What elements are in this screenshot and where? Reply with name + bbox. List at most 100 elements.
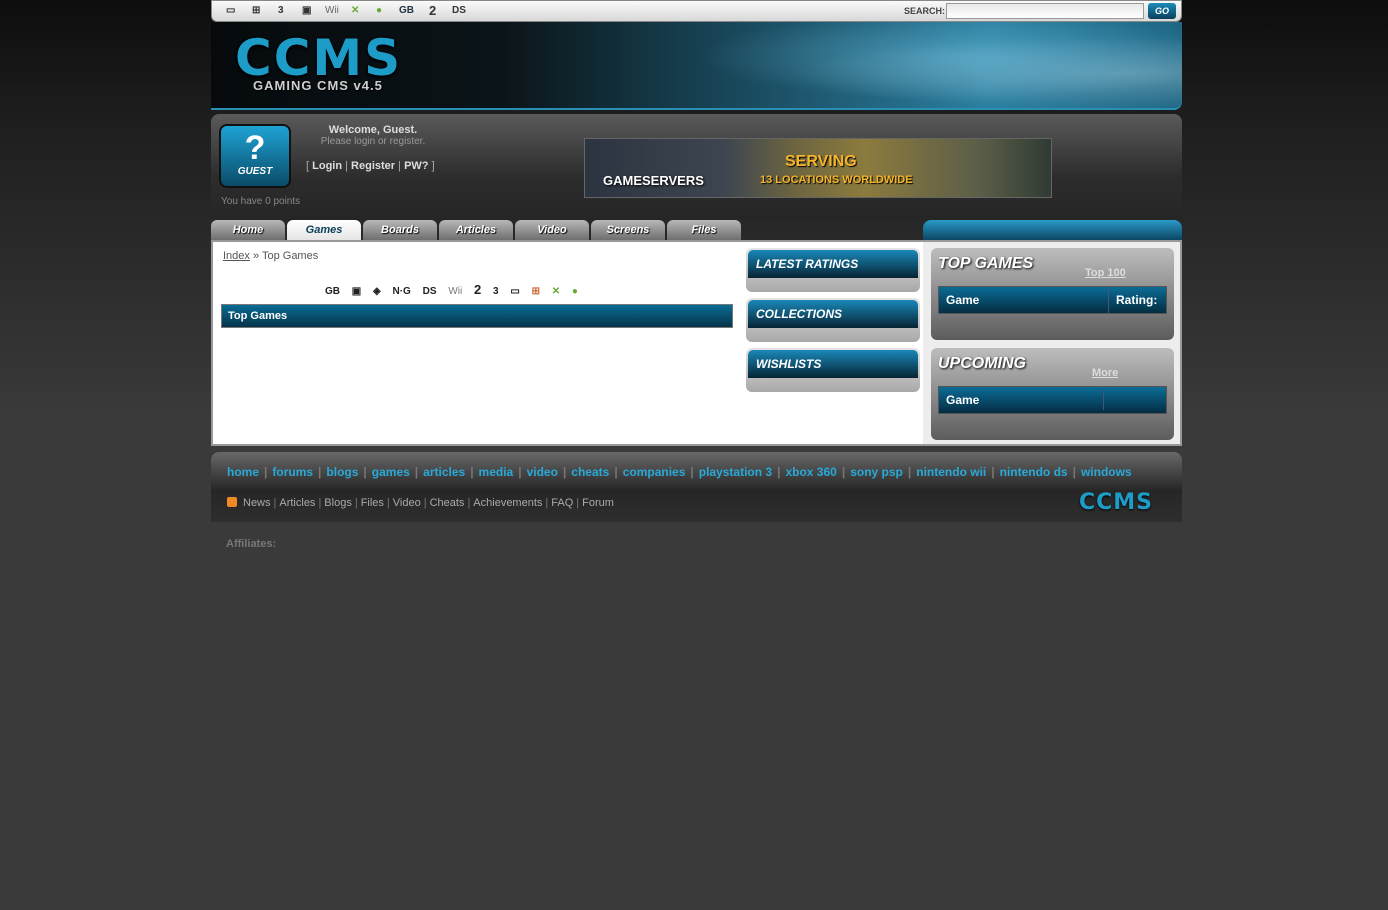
filter-dreamcast-icon[interactable]: ◈ [373, 286, 381, 297]
footer-nav-games[interactable]: games [372, 465, 410, 479]
footer-link-video[interactable]: Video [393, 497, 421, 509]
filter-xbox-icon[interactable]: ✕ [552, 286, 560, 297]
tab-games[interactable]: Games [287, 220, 361, 240]
footer-link-news[interactable]: News [243, 497, 271, 509]
platform-xbox-icon[interactable]: ✕ [351, 3, 359, 19]
site-logo[interactable]: CCMS [235, 32, 402, 84]
breadcrumb-current: Top Games [261, 250, 319, 262]
wishlists-header[interactable]: WISHLISTS [748, 350, 918, 378]
right-column-cap [923, 220, 1182, 240]
site-logo-subtitle: GAMING CMS v4.5 [253, 78, 383, 93]
password-link[interactable]: PW? [404, 160, 428, 172]
ad-brand: GAMESERVERS [603, 173, 704, 188]
footer-nav-playstation-3[interactable]: playstation 3 [699, 465, 772, 479]
filter-psp-icon[interactable]: ▭ [510, 286, 519, 297]
platform-xbox360-icon[interactable]: ● [376, 3, 382, 19]
breadcrumb-index-link[interactable]: Index [223, 250, 250, 262]
filter-xbox360-icon[interactable]: ● [572, 286, 578, 297]
footer-link-files[interactable]: Files [361, 497, 384, 509]
footer-link-separator: | [423, 497, 427, 509]
tab-boards[interactable]: Boards [363, 220, 437, 240]
footer-nav-cheats[interactable]: cheats [571, 465, 609, 479]
footer-nav-home[interactable]: home [227, 465, 259, 479]
tab-files[interactable]: Files [667, 220, 741, 240]
footer-nav-blogs[interactable]: blogs [326, 465, 358, 479]
filter-wii-icon[interactable]: Wii [448, 286, 462, 297]
filter-gameboy-icon[interactable]: GB [325, 286, 340, 297]
filter-ps2-icon[interactable]: 2 [474, 282, 481, 297]
filter-windows-icon[interactable]: ⊞ [532, 286, 540, 297]
tab-video[interactable]: Video [515, 220, 589, 240]
upcoming-title: UPCOMING [938, 355, 1026, 372]
footer-nav-separator: | [414, 465, 419, 479]
platform-ps2-icon[interactable]: 2 [429, 3, 436, 19]
top-platform-bar: ▭ ⊞ 3 ▣ Wii ✕ ● GB 2 DS SEARCH: GO [211, 0, 1182, 22]
footer-nav-forums[interactable]: forums [272, 465, 313, 479]
tab-screens[interactable]: Screens [591, 220, 665, 240]
search-input[interactable] [946, 3, 1144, 19]
platform-ds-icon[interactable]: DS [452, 3, 466, 19]
ad-banner[interactable]: GAMESERVERS SERVING 13 LOCATIONS WORLDWI… [584, 138, 1052, 198]
footer-nav-separator: | [470, 465, 474, 479]
footer-nav-separator: | [991, 465, 995, 479]
footer-nav-articles[interactable]: articles [423, 465, 465, 479]
auth-links: [ Login | Register | PW? ] [306, 160, 435, 172]
footer-nav-separator: | [318, 465, 322, 479]
footer-nav-nintendo-wii[interactable]: nintendo wii [916, 465, 986, 479]
collections-header[interactable]: COLLECTIONS [748, 300, 918, 328]
tab-home[interactable]: Home [211, 220, 285, 240]
filter-ds-icon[interactable]: DS [423, 286, 437, 297]
footer-logo[interactable]: CCMS [1079, 490, 1153, 515]
footer-link-separator: | [467, 497, 471, 509]
upcoming-box: UPCOMING More Game [931, 348, 1174, 440]
search-label: SEARCH: [904, 6, 946, 16]
footer-nav-windows[interactable]: windows [1081, 465, 1132, 479]
footer-link-blogs[interactable]: Blogs [324, 497, 352, 509]
platform-ps3-icon[interactable]: 3 [278, 3, 284, 19]
breadcrumb-separator: » [252, 250, 260, 262]
search-go-button[interactable]: GO [1148, 3, 1176, 19]
footer-link-faq[interactable]: FAQ [551, 497, 573, 509]
upcoming-header-row: Game [938, 386, 1167, 414]
filter-gamecube-icon[interactable]: ▣ [352, 286, 361, 297]
top-100-link[interactable]: Top 100 [1085, 267, 1126, 279]
footer-nav-sony-psp[interactable]: sony psp [850, 465, 903, 479]
footer-link-forum[interactable]: Forum [582, 497, 614, 509]
wishlists-box: WISHLISTS [746, 348, 920, 392]
platform-wii-icon[interactable]: Wii [325, 3, 339, 19]
collections-box: COLLECTIONS [746, 298, 920, 342]
rss-icon[interactable] [227, 497, 237, 507]
footer-nav-separator: | [690, 465, 694, 479]
filter-ngage-icon[interactable]: N·G [393, 286, 411, 297]
footer-nav-separator: | [907, 465, 912, 479]
tab-articles[interactable]: Articles [439, 220, 513, 240]
footer-nav: home | forums | blogs | games | articles | media | v… [227, 465, 1132, 479]
platform-psp-icon[interactable]: ▭ [226, 3, 235, 19]
points-text: You have 0 points [221, 196, 301, 207]
top-games-box: TOP GAMES Top 100 Game Rating: [931, 248, 1174, 340]
footer-link-separator: | [386, 497, 390, 509]
login-prompt: Please login or register. [320, 136, 426, 147]
filter-ps3-icon[interactable]: 3 [493, 286, 499, 297]
footer-link-achievements[interactable]: Achievements [473, 497, 542, 509]
footer-nav-media[interactable]: media [479, 465, 514, 479]
footer-nav-video[interactable]: video [527, 465, 558, 479]
platform-gamecube-icon[interactable]: ▣ [302, 3, 311, 19]
footer-link-articles[interactable]: Articles [279, 497, 315, 509]
footer-link-separator: | [273, 497, 277, 509]
platform-windows-icon[interactable]: ⊞ [252, 3, 260, 19]
user-panel: ? GUEST Welcome, Guest. Please login or … [211, 114, 1182, 220]
register-link[interactable]: Register [351, 160, 395, 172]
footer-nav-companies[interactable]: companies [623, 465, 686, 479]
avatar-question-icon: ? [244, 129, 266, 167]
footer-link-separator: | [318, 497, 322, 509]
upcoming-more-link[interactable]: More [1092, 367, 1118, 379]
top-games-title: TOP GAMES [938, 255, 1034, 272]
footer-nav-nintendo-ds[interactable]: nintendo ds [1000, 465, 1068, 479]
footer-link-cheats[interactable]: Cheats [430, 497, 465, 509]
top-games-col-game: Game [946, 293, 980, 307]
login-link[interactable]: Login [312, 160, 342, 172]
platform-gameboy-icon[interactable]: GB [399, 3, 414, 19]
footer-nav-xbox-360[interactable]: xbox 360 [785, 465, 836, 479]
latest-ratings-header[interactable]: LATEST RATINGS [748, 250, 918, 278]
